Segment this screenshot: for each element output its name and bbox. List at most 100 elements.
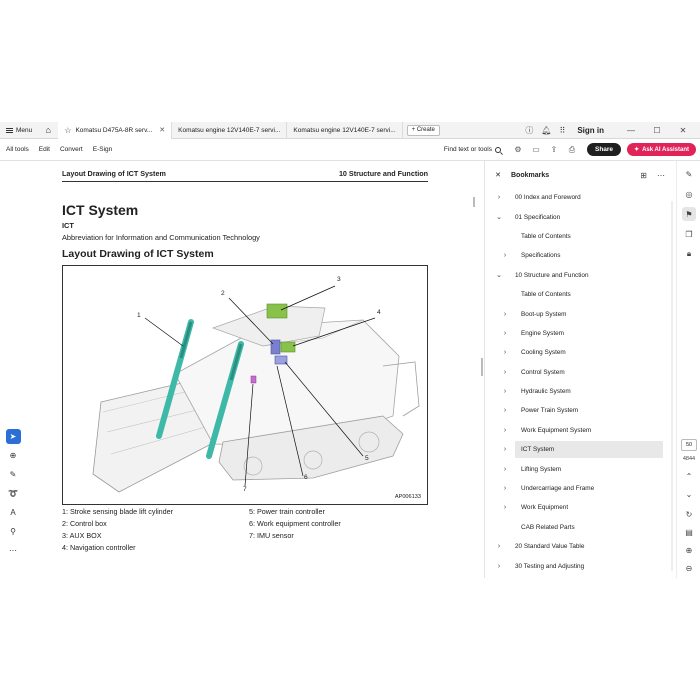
zoom-out-icon[interactable]: ⊖ xyxy=(682,561,696,575)
chevron-right-icon[interactable]: › xyxy=(501,330,509,337)
chevron-right-icon[interactable]: › xyxy=(501,311,509,318)
tab-label: Komatsu D475A-8R serv... xyxy=(75,126,153,134)
text-box-icon[interactable]: A xyxy=(6,505,21,520)
bookmark-label: 01 Specification xyxy=(515,213,561,221)
chevron-right-icon[interactable]: › xyxy=(495,543,503,550)
close-window-icon[interactable]: ✕ xyxy=(674,126,692,135)
bookmark-item[interactable]: › Engine System xyxy=(485,324,675,343)
bookmark-item[interactable]: › Specifications xyxy=(485,246,675,265)
legend-item: 6: Work equipment controller xyxy=(249,519,341,528)
zoom-in-icon[interactable]: ⊕ xyxy=(682,543,696,557)
lock-icon[interactable]: 🔒︎ xyxy=(682,247,696,261)
bookmark-item[interactable]: › 30 Testing and Adjusting xyxy=(485,556,675,575)
ai-edit-icon[interactable]: ✎ xyxy=(682,167,696,181)
close-tab-icon[interactable]: ✕ xyxy=(159,126,165,134)
chevron-down-icon[interactable]: ⌄ xyxy=(495,213,503,221)
window-actions: ⓘ 🔔︎ ⠿ Sign in — ☐ ✕ xyxy=(525,125,700,136)
chevron-right-icon[interactable]: › xyxy=(495,194,503,201)
add-bookmark-icon[interactable]: ⊞ xyxy=(640,171,647,180)
help-icon[interactable]: ⓘ xyxy=(525,125,533,136)
more-options-icon[interactable]: ⋯ xyxy=(657,171,665,180)
bookmark-item[interactable]: › Undercarriage and Frame xyxy=(485,479,675,498)
page-number-input[interactable]: 50 xyxy=(681,439,697,451)
menu-button[interactable]: Menu xyxy=(0,122,38,139)
bookmarks-scrollbar[interactable] xyxy=(671,201,673,571)
bookmark-panel-icon[interactable]: ⚑ xyxy=(682,207,696,221)
running-header: Layout Drawing of ICT System 10 Structur… xyxy=(62,169,428,182)
document-tab-1[interactable]: ☆ Komatsu D475A-8R serv... ✕ xyxy=(58,121,173,139)
chevron-right-icon[interactable]: › xyxy=(501,407,509,414)
bookmark-item[interactable]: › ICT System xyxy=(485,440,675,459)
all-tools-link[interactable]: All tools xyxy=(0,146,34,153)
bookmark-item[interactable]: › Power Train System xyxy=(485,401,675,420)
pen-icon[interactable]: ✎ xyxy=(6,467,21,482)
chevron-down-icon[interactable]: ⌄ xyxy=(682,487,696,501)
create-tab-button[interactable]: + Create xyxy=(406,124,440,136)
bookmark-item[interactable]: Table of Contents xyxy=(485,227,675,246)
esign-link[interactable]: E-Sign xyxy=(88,146,118,153)
bookmarks-tools: ⊞ ⋯ xyxy=(640,171,675,180)
chevron-right-icon[interactable]: › xyxy=(501,388,509,395)
chevron-right-icon[interactable]: › xyxy=(501,369,509,376)
chevron-right-icon[interactable]: › xyxy=(501,504,509,511)
print-icon[interactable]: ⎙ xyxy=(563,145,581,155)
maximize-icon[interactable]: ☐ xyxy=(648,126,666,135)
chevron-right-icon[interactable]: › xyxy=(501,446,509,453)
bookmark-label: 00 Index and Foreword xyxy=(515,194,581,202)
comment-icon[interactable]: ◎ xyxy=(682,187,696,201)
stamp-icon[interactable]: ⚲ xyxy=(6,524,21,539)
comment-zoom-icon[interactable]: ⊕ xyxy=(6,448,21,463)
ai-assistant-button[interactable]: ✦ Ask AI Assistant xyxy=(627,143,696,156)
bookmarks-tree: › 00 Index and Foreword ⌄ 01 Specification T… xyxy=(485,188,675,576)
legend-item: 3: AUX BOX xyxy=(62,531,102,540)
notification-bell-icon[interactable]: 🔔︎ xyxy=(541,126,551,135)
bookmark-item[interactable]: › Work Equipment System xyxy=(485,421,675,440)
document-tab-2[interactable]: Komatsu engine 12V140E-7 servi... xyxy=(172,121,288,139)
save-icon[interactable]: ▭ xyxy=(527,145,545,154)
close-panel-icon[interactable]: ✕ xyxy=(485,171,511,179)
chevron-right-icon[interactable]: › xyxy=(501,252,509,259)
sign-in-button[interactable]: Sign in xyxy=(577,126,604,135)
upload-icon[interactable]: ⇪ xyxy=(545,145,563,154)
bookmark-item[interactable]: › Lifting System xyxy=(485,459,675,478)
document-icon[interactable]: ▤ xyxy=(682,525,696,539)
home-button[interactable]: ⌂ xyxy=(38,122,58,139)
chevron-right-icon[interactable]: › xyxy=(501,485,509,492)
pages-icon[interactable]: ❐ xyxy=(682,227,696,241)
draw-loop-icon[interactable]: ➰ xyxy=(6,486,21,501)
edit-link[interactable]: Edit xyxy=(34,146,55,153)
chevron-right-icon[interactable]: › xyxy=(501,466,509,473)
page-scroll-indicator[interactable] xyxy=(473,197,475,207)
minimize-icon[interactable]: — xyxy=(622,126,640,135)
chevron-right-icon[interactable]: › xyxy=(495,563,503,570)
chevron-right-icon[interactable]: › xyxy=(501,349,509,356)
select-cursor-icon[interactable]: ➤ xyxy=(5,429,21,444)
legend-item: 2: Control box xyxy=(62,519,107,528)
bookmark-item[interactable]: › Hydraulic System xyxy=(485,382,675,401)
page-total: 4844 xyxy=(682,456,696,462)
bookmark-item[interactable]: › Cooling System xyxy=(485,343,675,362)
bookmark-item[interactable]: › 00 Index and Foreword xyxy=(485,188,675,207)
chevron-right-icon[interactable]: › xyxy=(501,427,509,434)
find-text-button[interactable]: Find text or tools xyxy=(444,146,501,153)
bookmark-item[interactable]: › Boot-up System xyxy=(485,304,675,323)
panel-resize-handle[interactable] xyxy=(481,358,483,376)
chevron-down-icon[interactable]: ⌄ xyxy=(495,271,503,279)
bookmark-item[interactable]: ⌄ 01 Specification xyxy=(485,207,675,226)
apps-grid-icon[interactable]: ⠿ xyxy=(559,126,565,135)
document-tab-3[interactable]: Komatsu engine 12V140E-7 servi... xyxy=(287,121,403,139)
bookmark-item[interactable]: › Work Equipment xyxy=(485,498,675,517)
more-tools-icon[interactable]: ⋯ xyxy=(6,543,21,558)
refresh-icon[interactable]: ↻ xyxy=(682,507,696,521)
star-icon[interactable]: ☆ xyxy=(64,126,71,135)
bookmark-item[interactable]: › 20 Standard Value Table xyxy=(485,537,675,556)
convert-link[interactable]: Convert xyxy=(55,146,88,153)
bookmark-item[interactable]: ⌄ 10 Structure and Function xyxy=(485,266,675,285)
bookmark-item[interactable]: › Control System xyxy=(485,363,675,382)
share-button[interactable]: Share xyxy=(586,143,622,156)
bookmark-item[interactable]: Table of Contents xyxy=(485,285,675,304)
chevron-up-icon[interactable]: ⌃ xyxy=(682,469,696,483)
bookmark-item[interactable]: CAB Related Parts xyxy=(485,518,675,537)
ai-summary-icon[interactable]: ⚙ xyxy=(509,145,527,154)
bookmark-label: Table of Contents xyxy=(521,232,571,240)
